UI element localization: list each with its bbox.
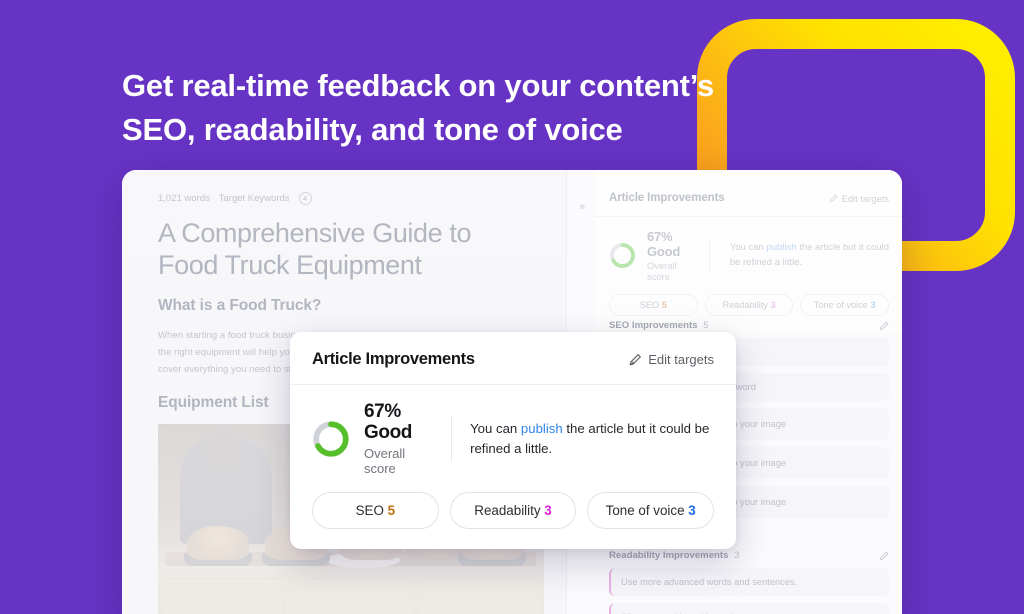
- pane-score-row: 67% Good Overall score You can publish t…: [595, 217, 902, 290]
- pane-score-message: You can publish the article but it could…: [730, 241, 889, 270]
- popup-chip-readability-label: Readability: [474, 502, 541, 518]
- divider: [709, 240, 710, 271]
- popup-score-message: You can publish the article but it could…: [470, 419, 714, 459]
- chip-seo-value: 5: [661, 300, 667, 310]
- chip-readability-label: Readability: [722, 300, 768, 310]
- pane-message-before: You can: [729, 241, 767, 253]
- chip-tone-value: 3: [870, 300, 876, 310]
- pencil-icon[interactable]: [879, 551, 889, 561]
- chip-tone-label: Tone of voice: [813, 300, 868, 310]
- popup-header: Article Improvements Edit targets: [290, 332, 736, 385]
- page-headline: Get real-time feedback on your content’s…: [122, 68, 715, 148]
- chip-seo-label: SEO: [639, 300, 660, 310]
- article-improvements-popup: Article Improvements Edit targets 67% Go…: [290, 332, 736, 549]
- readability-section-title: Readability Improvements: [609, 550, 729, 561]
- seo-section-title: SEO Improvements: [609, 320, 698, 331]
- score-ring: [313, 421, 349, 457]
- pencil-icon[interactable]: [879, 321, 889, 331]
- article-improvements-card-background: Article Improvements Edit targets 67% Go…: [595, 170, 902, 332]
- score-ring: [610, 243, 635, 268]
- popup-score-chips: SEO 5 Readability 3 Tone of voice 3: [290, 486, 736, 549]
- pane-score-text: 67% Good Overall score: [647, 229, 689, 282]
- document-title[interactable]: A Comprehensive Guide to Food Truck Equi…: [158, 218, 540, 281]
- pane-card-title: Article Improvements: [609, 192, 725, 204]
- word-count: 1,021 words: [158, 193, 210, 204]
- popup-message-before: You can: [470, 420, 521, 436]
- popup-score-sublabel: Overall score: [364, 445, 406, 476]
- readability-improvements-section: Readability Improvements 3 Use more adva…: [595, 540, 902, 614]
- promo-banner: Get real-time feedback on your content’s…: [0, 0, 1024, 614]
- popup-chip-tone-value: 3: [688, 502, 696, 518]
- popup-chip-readability-value: 3: [544, 502, 552, 518]
- edit-targets-label: Edit targets: [841, 192, 889, 204]
- divider: [451, 416, 453, 461]
- pane-score-sublabel: Overall score: [647, 260, 677, 282]
- readability-section-label: Readability Improvements 3: [609, 550, 739, 561]
- pane-message-link[interactable]: publish: [766, 242, 796, 253]
- popup-chip-tone-of-voice[interactable]: Tone of voice 3: [587, 491, 715, 529]
- popup-chip-tone-label: Tone of voice: [605, 502, 685, 518]
- popup-chip-seo-label: SEO: [355, 502, 384, 518]
- list-item[interactable]: Use more advanced words and sentences.: [609, 568, 889, 596]
- popup-chip-seo-value: 5: [387, 502, 396, 518]
- popup-score-row: 67% Good Overall score You can publish t…: [290, 385, 736, 486]
- readability-section-count: 3: [734, 550, 740, 561]
- target-keywords-count: 4: [298, 192, 312, 205]
- publish-link[interactable]: publish: [521, 421, 563, 436]
- popup-score-percent: 67% Good: [364, 401, 412, 443]
- popup-edit-targets-label: Edit targets: [648, 352, 714, 367]
- suggestion-text: Use more advanced words and sentences.: [621, 577, 798, 587]
- seo-section-count: 5: [703, 320, 709, 331]
- chevrons-right-icon[interactable]: »: [573, 198, 591, 216]
- pane-card-header: Article Improvements Edit targets: [595, 170, 902, 217]
- list-item[interactable]: Align your writing with word count targe…: [609, 603, 889, 614]
- popup-score-text: 67% Good Overall score: [364, 401, 431, 476]
- popup-title: Article Improvements: [312, 350, 475, 368]
- target-keywords-label[interactable]: Target Keywords: [219, 193, 290, 204]
- popup-chip-readability[interactable]: Readability 3: [449, 491, 577, 529]
- popup-edit-targets-button[interactable]: Edit targets: [628, 352, 714, 367]
- pane-score-percent: 67% Good: [647, 229, 681, 259]
- edit-targets-button[interactable]: Edit targets: [829, 193, 889, 204]
- popup-chip-seo[interactable]: SEO 5: [312, 491, 439, 529]
- pencil-icon: [629, 353, 642, 365]
- document-meta: 1,021 words Target Keywords 4: [158, 192, 540, 205]
- document-heading-1[interactable]: What is a Food Truck?: [158, 297, 540, 315]
- chip-readability-value: 3: [770, 300, 776, 310]
- pencil-icon: [829, 194, 837, 202]
- seo-section-label: SEO Improvements 5: [609, 320, 709, 331]
